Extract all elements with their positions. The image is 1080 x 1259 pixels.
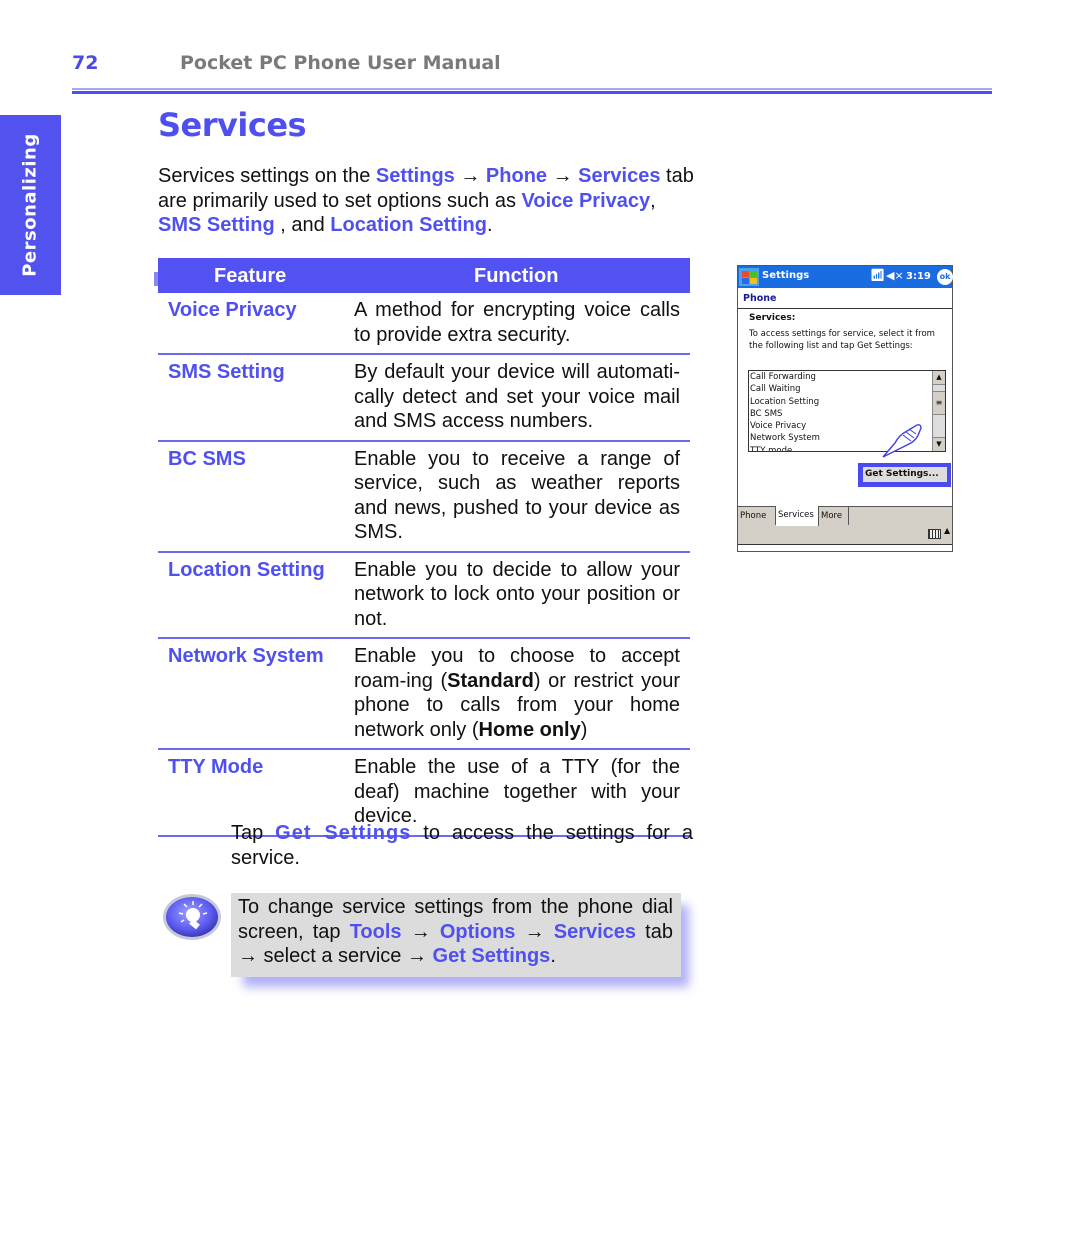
intro-text: Services settings on the	[158, 165, 376, 187]
voice-privacy-term: Voice Privacy	[521, 189, 651, 212]
instruction-text: Tap	[231, 822, 276, 844]
scroll-down-icon[interactable]: ▼	[933, 437, 945, 451]
listbox-scrollbar[interactable]: ▲ ≡ ▼	[932, 371, 945, 451]
tip-box: To change service settings from the phon…	[231, 893, 681, 977]
feature-cell: BC SMS	[168, 447, 246, 470]
function-cell: Enable you to decide to allow your netwo…	[354, 558, 680, 630]
feature-cell: TTY Mode	[168, 756, 264, 778]
get-settings-term: Get Settings	[275, 822, 412, 844]
phone-title-bar: Settings 📶︎ ◀× 3:19 ok	[738, 266, 953, 288]
tip-text: .	[550, 945, 556, 967]
stylus-hand-icon	[881, 421, 923, 459]
section-title: Services	[158, 106, 307, 144]
get-settings-highlight: Get Settings...	[858, 463, 951, 487]
intro-text: , and	[274, 214, 331, 236]
function-cell: Enable you to receive a range of service…	[354, 447, 680, 544]
services-description: To access settings for service, select i…	[749, 329, 935, 351]
arrow: →	[401, 920, 440, 943]
function-cell: Enable you to choose to accept roam-ing …	[354, 644, 680, 742]
chapter-label: Personalizing	[19, 133, 41, 277]
services-link: Services	[578, 165, 661, 187]
tap-instruction: Tap Get Settings to access the settings …	[231, 821, 693, 870]
ok-button[interactable]: ok	[937, 269, 953, 285]
antenna-icon[interactable]: 📶︎	[870, 268, 885, 282]
table-header: Feature Function	[154, 258, 690, 293]
settings-link: Settings	[375, 165, 455, 187]
feature-cell: SMS Setting	[168, 361, 285, 383]
function-text: )	[580, 718, 588, 741]
tools-term: Tools	[349, 920, 402, 943]
home-only-option: Home only	[478, 718, 581, 741]
phone-link: Phone	[485, 165, 548, 187]
options-term: Options	[439, 920, 516, 943]
feature-cell: Voice Privacy	[168, 299, 297, 321]
chapter-side-tab: Personalizing	[0, 115, 61, 295]
keyboard-icon[interactable]	[928, 529, 941, 539]
tab-more[interactable]: More	[819, 507, 849, 525]
feature-cell: Network System	[168, 645, 324, 667]
intro-text: ,	[650, 189, 656, 212]
arrow: →	[547, 165, 579, 187]
header-notch	[154, 272, 158, 286]
function-cell: By default your device will automati-cal…	[354, 361, 680, 432]
header-divider	[72, 88, 992, 94]
intro-paragraph: Services settings on the Settings → Phon…	[158, 164, 694, 238]
standard-option: Standard	[447, 669, 534, 692]
list-item[interactable]: Call Forwarding	[749, 371, 945, 383]
list-item[interactable]: BC SMS	[749, 408, 945, 420]
table-row: SMS Setting By default your device will …	[158, 355, 690, 442]
list-item[interactable]: Call Waiting	[749, 383, 945, 395]
windows-start-icon[interactable]	[739, 268, 759, 286]
phone-command-bar: ▲	[738, 526, 952, 545]
table-row: Location Setting Enable you to decide to…	[158, 553, 690, 639]
function-cell: A method for encrypting voice calls to p…	[354, 299, 680, 346]
list-item[interactable]: Location Setting	[749, 396, 945, 408]
speaker-muted-icon[interactable]: ◀×	[886, 269, 904, 282]
table-row: Network System Enable you to choose to a…	[158, 639, 690, 750]
arrow: →	[515, 920, 554, 943]
heading-divider	[738, 308, 952, 309]
arrow: →	[454, 165, 486, 187]
table-row: Voice Privacy A method for encrypting vo…	[158, 293, 690, 355]
manual-title: Pocket PC Phone User Manual	[180, 52, 501, 74]
function-cell: Enable the use of a TTY (for the deaf) m…	[354, 756, 680, 827]
phone-clock[interactable]: 3:19	[906, 271, 931, 282]
lightbulb-icon	[162, 893, 222, 941]
phone-tab-bar: Phone Services More	[738, 506, 952, 527]
location-setting-term: Location Setting	[330, 214, 487, 236]
feature-table: Feature Function Voice Privacy A method …	[154, 258, 690, 837]
page-number: 72	[72, 52, 99, 74]
table-row: BC SMS Enable you to receive a range of …	[158, 442, 690, 553]
feature-cell: Location Setting	[168, 558, 325, 581]
get-settings-button[interactable]: Get Settings...	[863, 467, 947, 482]
scroll-thumb[interactable]: ≡	[933, 391, 945, 415]
tab-services[interactable]: Services	[776, 506, 819, 526]
input-menu-arrow-icon[interactable]: ▲	[944, 526, 950, 535]
scroll-up-icon[interactable]: ▲	[933, 371, 945, 385]
intro-text: .	[486, 214, 493, 236]
services-label: Services:	[749, 313, 796, 323]
phone-app-title: Settings	[762, 270, 810, 281]
phone-page-heading: Phone	[743, 293, 777, 304]
get-settings-term: Get Settings	[432, 945, 551, 967]
column-header-function: Function	[474, 265, 559, 287]
tab-phone[interactable]: Phone	[738, 507, 776, 525]
services-term: Services	[553, 920, 637, 943]
column-header-feature: Feature	[214, 265, 287, 287]
phone-screenshot: Settings 📶︎ ◀× 3:19 ok Phone Services: T…	[737, 265, 953, 552]
sms-setting-term: SMS Setting	[158, 214, 275, 236]
